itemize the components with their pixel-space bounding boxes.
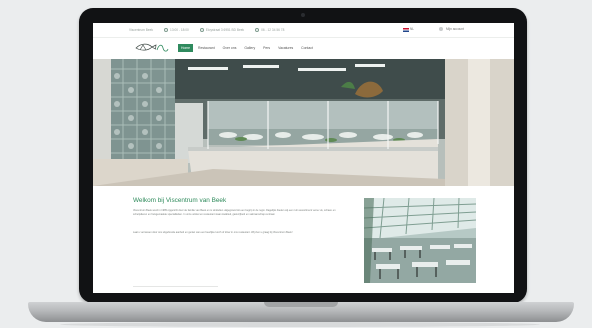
phone-text[interactable]: 06 - 12 34 56 78 (261, 28, 284, 32)
nav-item-over-ons[interactable]: Over ons (220, 44, 240, 52)
clock-icon (164, 28, 169, 32)
nav-item-pers[interactable]: Pers (260, 44, 273, 52)
opening-hours: 13:00 - 18:00 (164, 28, 189, 32)
second-paragraph: Laat u verrassen door ons uitgebreide aa… (133, 231, 293, 234)
laptop-shadow (60, 322, 540, 327)
top-info-bar: Viscentrum Beek 13:00 - 18:00 Eloystraat… (93, 23, 514, 38)
account-link[interactable]: Mijn account (439, 27, 464, 31)
company-name: Viscentrum Beek (129, 28, 153, 32)
restaurant-photo (363, 197, 477, 283)
logo-fish-icon (135, 43, 169, 52)
account-label[interactable]: Mijn account (446, 27, 464, 31)
hero-image (93, 59, 514, 186)
webcam-icon (301, 13, 305, 17)
site-logo[interactable] (134, 41, 170, 54)
intro-paragraph: Viscentrum Beek werd in 1985 opgericht d… (133, 209, 336, 216)
phone[interactable]: 06 - 12 34 56 78 (255, 28, 284, 32)
hours-text: 13:00 - 18:00 (170, 28, 189, 32)
language-selector[interactable]: NL (410, 27, 414, 31)
nav-menu: Home Restaurant Over ons Gallery Pers Va… (178, 44, 316, 52)
user-icon (439, 27, 443, 31)
company-name-text: Viscentrum Beek (129, 28, 154, 32)
nav-item-vacatures[interactable]: Vacatures (275, 44, 296, 52)
fish-counter-photo (93, 59, 514, 186)
laptop-notch (264, 302, 338, 307)
restaurant-interior-image (363, 197, 477, 283)
address[interactable]: Eloystraat 3 6951 BD Beek (199, 28, 244, 32)
nav-item-contact[interactable]: Contact (298, 44, 316, 52)
dutch-flag-icon[interactable] (403, 28, 409, 32)
nav-item-restaurant[interactable]: Restaurant (195, 44, 218, 52)
phone-icon (255, 28, 260, 32)
page-title: Welkom bij Viscentrum van Beek (133, 197, 227, 204)
location-icon (199, 28, 204, 32)
address-text[interactable]: Eloystraat 3 6951 BD Beek (206, 28, 244, 32)
section-divider (133, 286, 218, 287)
nav-item-gallery[interactable]: Gallery (241, 44, 258, 52)
nav-item-home[interactable]: Home (178, 44, 194, 52)
browser-screen: Viscentrum Beek 13:00 - 18:00 Eloystraat… (93, 23, 514, 293)
main-navigation: Home Restaurant Over ons Gallery Pers Va… (93, 38, 514, 57)
